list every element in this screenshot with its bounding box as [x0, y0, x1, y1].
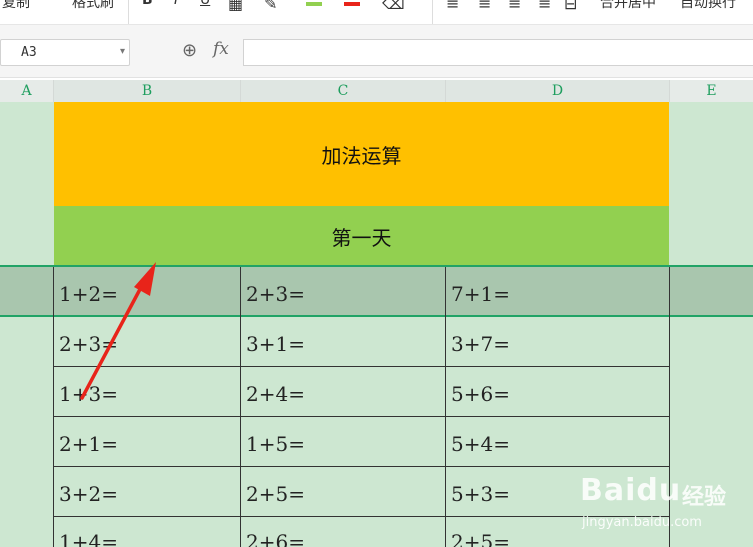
watermark-brand-cn: 经验 — [682, 485, 727, 510]
watermark-url: jingyan.baidu.com — [582, 515, 702, 530]
watermark-brand: Baidu — [580, 473, 682, 508]
watermark: Baidu 经验 jingyan.baidu.com — [572, 465, 752, 545]
